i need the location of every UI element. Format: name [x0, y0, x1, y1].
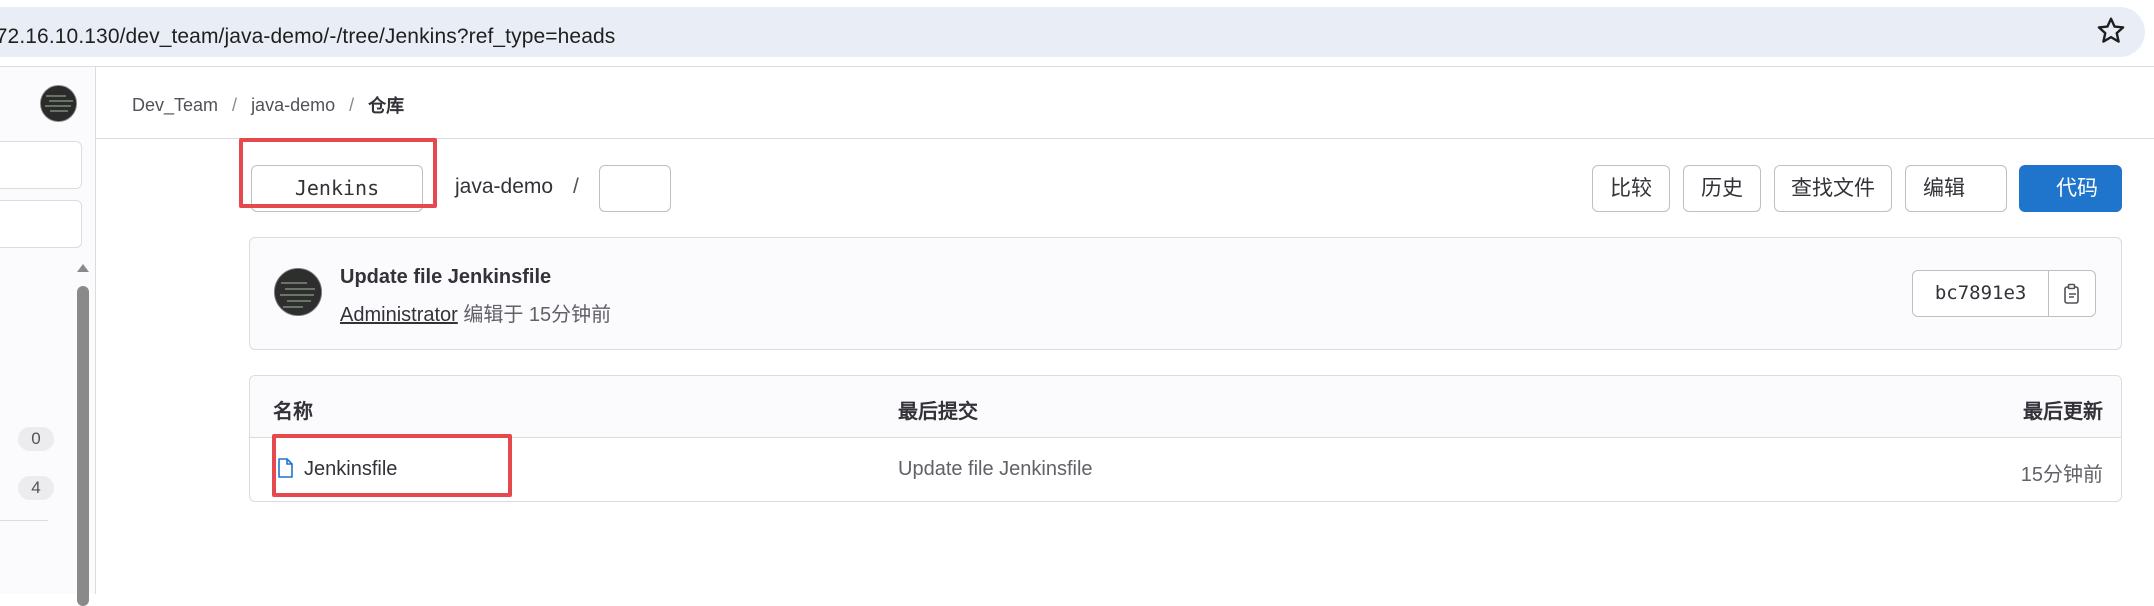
copy-icon[interactable]: [2049, 271, 2095, 316]
commit-title[interactable]: Update file Jenkinsfile: [340, 266, 551, 289]
file-tree-table: 名称 最后提交 最后更新 Jenkinsfile Update file Jen…: [249, 375, 2122, 502]
breadcrumb-current[interactable]: 仓库: [368, 92, 404, 118]
add-to-tree-button[interactable]: [599, 165, 671, 212]
path-project-link[interactable]: java-demo: [455, 175, 553, 199]
highlight-box-file: [272, 434, 512, 497]
breadcrumb-separator: /: [349, 94, 355, 115]
highlight-box-branch: [239, 138, 437, 208]
user-avatar[interactable]: [40, 85, 77, 122]
scroll-up-arrow-icon[interactable]: [76, 263, 90, 273]
breadcrumb-group[interactable]: Dev_Team: [132, 95, 218, 116]
commit-time: 编辑于 15分钟前: [463, 304, 612, 326]
file-commit-link[interactable]: Update file Jenkinsfile: [898, 458, 1093, 481]
sidebar-scrollbar[interactable]: [77, 286, 89, 606]
breadcrumb-bar: Dev_Team / java-demo / 仓库: [96, 67, 2154, 139]
commit-meta: Administrator 编辑于 15分钟前: [340, 298, 611, 327]
history-button[interactable]: 历史: [1683, 165, 1761, 212]
star-icon[interactable]: [2095, 15, 2127, 47]
find-file-button[interactable]: 查找文件: [1774, 165, 1892, 212]
breadcrumb-project[interactable]: java-demo: [251, 95, 335, 116]
table-header: 名称 最后提交 最后更新: [250, 376, 2121, 438]
breadcrumb-separator: /: [232, 94, 238, 115]
last-commit-panel: Update file Jenkinsfile Administrator 编辑…: [249, 237, 2122, 350]
count-badge: 0: [18, 427, 54, 451]
sidebar-divider: [0, 520, 48, 521]
edit-dropdown-button[interactable]: 编辑: [1905, 165, 2007, 212]
column-header-last-commit: 最后提交: [898, 401, 978, 423]
url-text[interactable]: 172.16.10.130/dev_team/java-demo/-/tree/…: [0, 25, 615, 49]
file-updated-time: 15分钟前: [2020, 464, 2103, 486]
commit-sha-group: bc7891e3: [1912, 270, 2096, 317]
column-header-last-update: 最后更新: [2023, 401, 2103, 423]
sidebar-context-box[interactable]: [0, 200, 82, 248]
url-field[interactable]: 172.16.10.130/dev_team/java-demo/-/tree/…: [0, 7, 2145, 57]
code-dropdown-button[interactable]: 代码: [2019, 165, 2122, 212]
left-sidebar: 0 4: [0, 67, 96, 606]
compare-button[interactable]: 比较: [1592, 165, 1670, 212]
count-badge: 4: [18, 476, 54, 500]
column-header-name: 名称: [273, 401, 313, 423]
commit-author-link[interactable]: Administrator: [340, 304, 458, 326]
commit-sha[interactable]: bc7891e3: [1913, 271, 2050, 316]
breadcrumb: Dev_Team / java-demo / 仓库: [132, 92, 404, 118]
table-row[interactable]: Jenkinsfile Update file Jenkinsfile 15分钟…: [250, 438, 2121, 501]
commit-author-avatar[interactable]: [274, 268, 322, 316]
path-separator: /: [573, 175, 579, 198]
sidebar-search-box[interactable]: [0, 141, 82, 189]
browser-address-bar: 172.16.10.130/dev_team/java-demo/-/tree/…: [0, 0, 2154, 67]
